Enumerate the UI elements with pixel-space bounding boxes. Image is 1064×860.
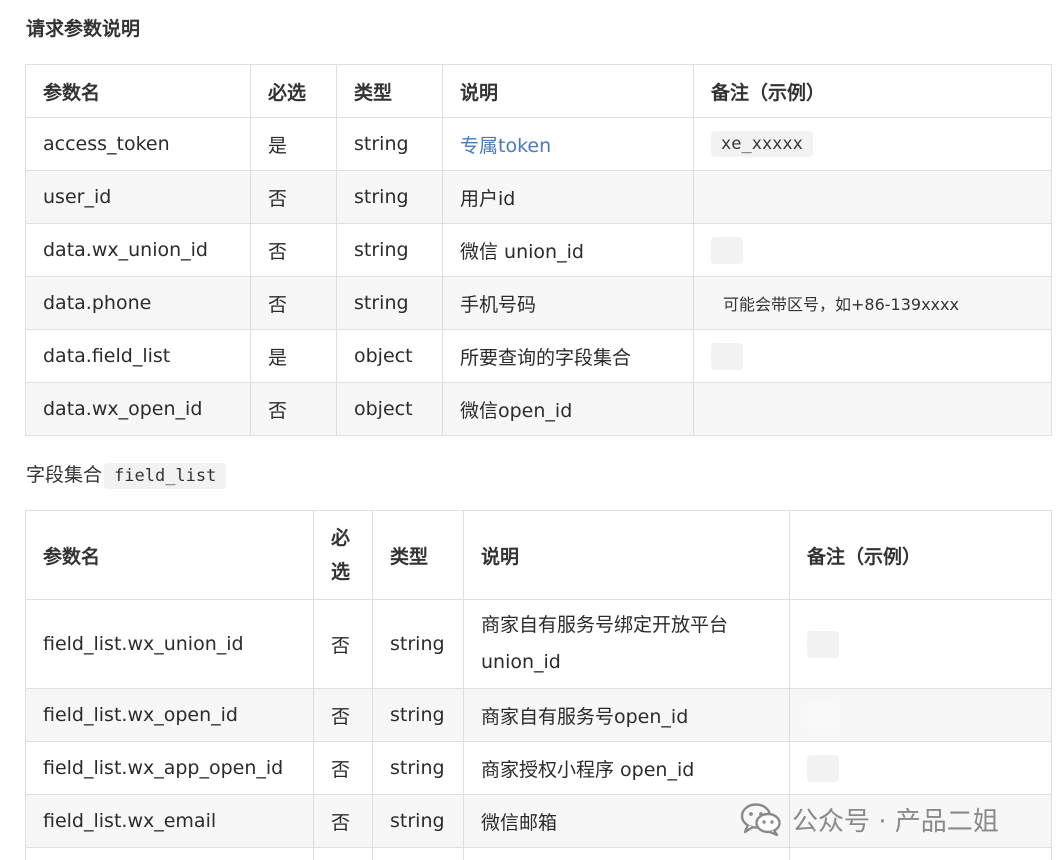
cell-param-name: field_list.wx_union_id [25,599,314,689]
cell-required: 否 [250,223,337,277]
empty-code-chip [807,754,839,782]
cell-type: string [372,794,464,848]
header-description: 说明 [463,510,790,600]
cell-param-name: data.field_list [25,329,251,383]
table-row: access_token 是 string 专属token xe_xxxxx [25,117,1052,171]
cell-description: 所要查询的字段集合 [442,329,694,383]
table-row: data.phone 否 string 手机号码 可能会带区号，如+86-139… [25,276,1052,330]
cell-description: 商家授权小程序 open_id [463,741,790,795]
watermark-text: 公众号 · 产品二姐 [792,806,999,837]
header-required: 必选 [250,64,337,118]
header-type: 类型 [336,64,443,118]
cell-note [693,170,1052,224]
header-description: 说明 [442,64,694,118]
cell-type: object [336,329,443,383]
cell-required: 否 [250,382,337,436]
note-code: xe_xxxxx [711,131,813,157]
table-row-partial [25,847,1052,860]
cell-required: 否 [250,170,337,224]
cell-type: string [336,223,443,277]
table-header-row: 参数名 必选 类型 说明 备注（示例） [25,510,1052,600]
cell-required: 是 [250,117,337,171]
cell-note [789,688,1052,742]
cell-note [693,329,1052,383]
cell-description: 微信open_id [442,382,694,436]
header-type: 类型 [372,510,464,600]
cell-param-name: field_list.wx_app_open_id [25,741,314,795]
watermark: 公众号 · 产品二姐 [740,800,999,838]
cell-description: 商家自有服务号open_id [463,688,790,742]
table-row: field_list.wx_open_id 否 string 商家自有服务号op… [25,688,1052,742]
cell-required: 否 [313,794,373,848]
cell-note [789,599,1052,689]
wechat-icon [740,803,781,836]
cell-note [693,223,1052,277]
cell-param-name: data.wx_union_id [25,223,251,277]
token-link[interactable]: 专属token [460,135,551,157]
cell-description: 微信 union_id [442,223,694,277]
header-note: 备注（示例） [789,510,1052,600]
header-param-name: 参数名 [25,510,314,600]
cell-description: 商家自有服务号绑定开放平台 union_id [463,599,790,689]
header-param-name: 参数名 [25,64,251,118]
phone-note: 可能会带区号，如+86-139xxxx [711,288,971,318]
empty-code-chip [711,236,743,264]
empty-code-chip [807,701,839,729]
cell-param-name: field_list.wx_email [25,794,314,848]
cell-param-name: field_list.wx_open_id [25,688,314,742]
cell-description: 专属token [442,117,694,171]
cell-description: 用户id [442,170,694,224]
request-params-table: 参数名 必选 类型 说明 备注（示例） access_token 是 strin… [25,64,1052,436]
cell-description: 手机号码 [442,276,694,330]
table-row: data.wx_union_id 否 string 微信 union_id [25,223,1052,277]
cell-required: 是 [250,329,337,383]
empty-code-chip [807,630,839,658]
cell-note [789,741,1052,795]
cell-required: 否 [313,741,373,795]
table-row: user_id 否 string 用户id [25,170,1052,224]
cell-required: 否 [313,688,373,742]
cell-type: string [372,688,464,742]
cell-required: 否 [250,276,337,330]
header-note: 备注（示例） [693,64,1052,118]
cell-type: string [336,170,443,224]
cell-type: string [372,599,464,689]
cell-param-name: data.phone [25,276,251,330]
table-row: field_list.wx_union_id 否 string 商家自有服务号绑… [25,599,1052,689]
empty-code-chip [711,342,743,370]
field-list-code: field_list [104,463,227,489]
table-row: data.field_list 是 object 所要查询的字段集合 [25,329,1052,383]
table-header-row: 参数名 必选 类型 说明 备注（示例） [25,64,1052,118]
header-required: 必选 [313,510,373,600]
cell-param-name: access_token [25,117,251,171]
cell-param-name: user_id [25,170,251,224]
cell-type: string [336,117,443,171]
cell-note: xe_xxxxx [693,117,1052,171]
cell-required: 否 [313,599,373,689]
table-row: field_list.wx_app_open_id 否 string 商家授权小… [25,741,1052,795]
section-title-field-list: 字段集合 field_list [26,460,227,489]
cell-note [693,382,1052,436]
cell-type: object [336,382,443,436]
cell-type: string [372,741,464,795]
section-title-request-params: 请求参数说明 [26,18,141,40]
table-row: data.wx_open_id 否 object 微信open_id [25,382,1052,436]
cell-type: string [336,276,443,330]
cell-note: 可能会带区号，如+86-139xxxx [693,276,1052,330]
cell-param-name: data.wx_open_id [25,382,251,436]
field-list-title-text: 字段集合 [26,464,103,486]
